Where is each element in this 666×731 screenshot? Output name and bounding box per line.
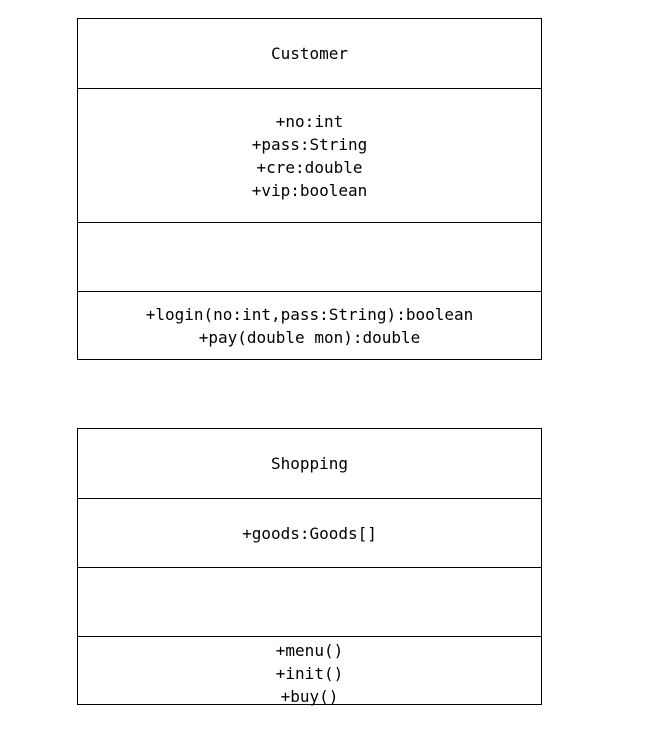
customer-attributes-section: +no:int +pass:String +cre:double +vip:bo…	[78, 88, 541, 222]
shopping-operation: +init()	[275, 664, 344, 683]
customer-attribute: +vip:boolean	[251, 180, 368, 200]
shopping-attributes-section: +goods:Goods[]	[78, 498, 541, 567]
customer-operation: +login(no:int,pass:String):boolean	[145, 304, 474, 324]
customer-attribute: +no:int	[275, 111, 344, 131]
customer-operation: +pay(double mon):double	[198, 327, 421, 347]
shopping-class-name: Shopping	[270, 454, 349, 473]
customer-class-name-section: Customer	[78, 19, 541, 88]
shopping-operations-section: +menu() +init() +buy()	[78, 636, 541, 706]
shopping-operation: +menu()	[275, 641, 344, 660]
customer-operations-section: +login(no:int,pass:String):boolean +pay(…	[78, 291, 541, 359]
customer-class-box: Customer +no:int +pass:String +cre:doubl…	[77, 18, 542, 360]
shopping-class-box: Shopping +goods:Goods[] +menu() +init() …	[77, 428, 542, 706]
shopping-empty-section	[78, 567, 541, 636]
shopping-class-name-section: Shopping	[78, 429, 541, 498]
customer-attribute: +cre:double	[256, 157, 363, 177]
customer-class-name: Customer	[270, 44, 349, 63]
shopping-operation: +buy()	[280, 687, 339, 706]
shopping-attribute: +goods:Goods[]	[242, 523, 377, 543]
customer-attribute: +pass:String	[251, 134, 368, 154]
customer-empty-section	[78, 222, 541, 291]
